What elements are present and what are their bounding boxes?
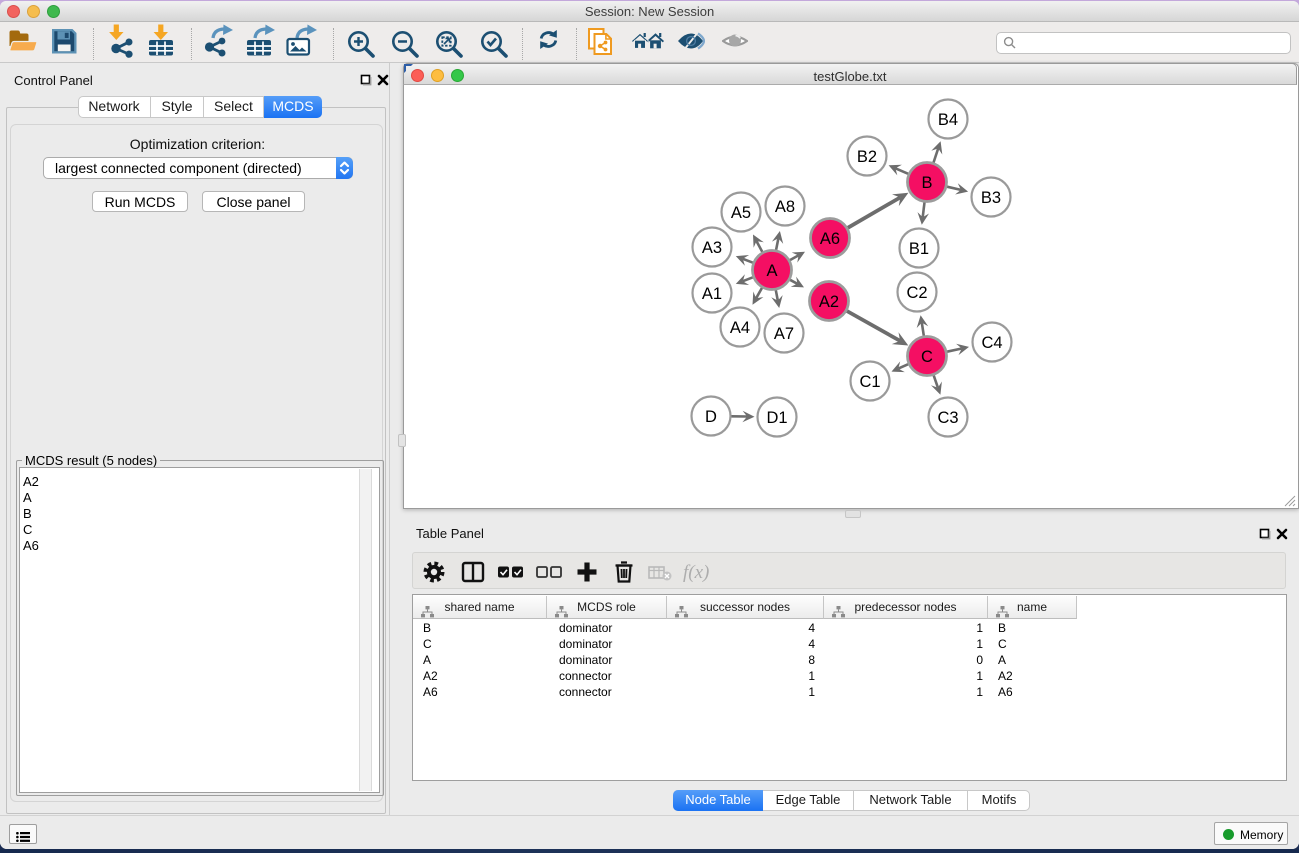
svg-text:B3: B3 [981,189,1001,207]
svg-text:D: D [705,408,717,426]
svg-text:f(x): f(x) [683,562,709,583]
svg-text:C: C [921,348,933,366]
svg-text:B2: B2 [857,148,877,166]
svg-text:B1: B1 [909,240,929,258]
svg-text:A6: A6 [820,230,840,248]
svg-text:B: B [921,174,932,192]
svg-text:A5: A5 [731,204,751,222]
svg-text:A4: A4 [730,319,750,337]
svg-text:A2: A2 [819,293,839,311]
svg-text:C3: C3 [937,409,958,427]
svg-text:A8: A8 [775,198,795,216]
svg-text:C1: C1 [859,373,880,391]
svg-text:A7: A7 [774,325,794,343]
svg-text:C4: C4 [981,334,1002,352]
svg-text:A3: A3 [702,239,722,257]
svg-text:C2: C2 [906,284,927,302]
svg-text:A1: A1 [702,285,722,303]
svg-text:A: A [766,262,777,280]
svg-text:B4: B4 [938,111,958,129]
svg-text:D1: D1 [766,409,787,427]
